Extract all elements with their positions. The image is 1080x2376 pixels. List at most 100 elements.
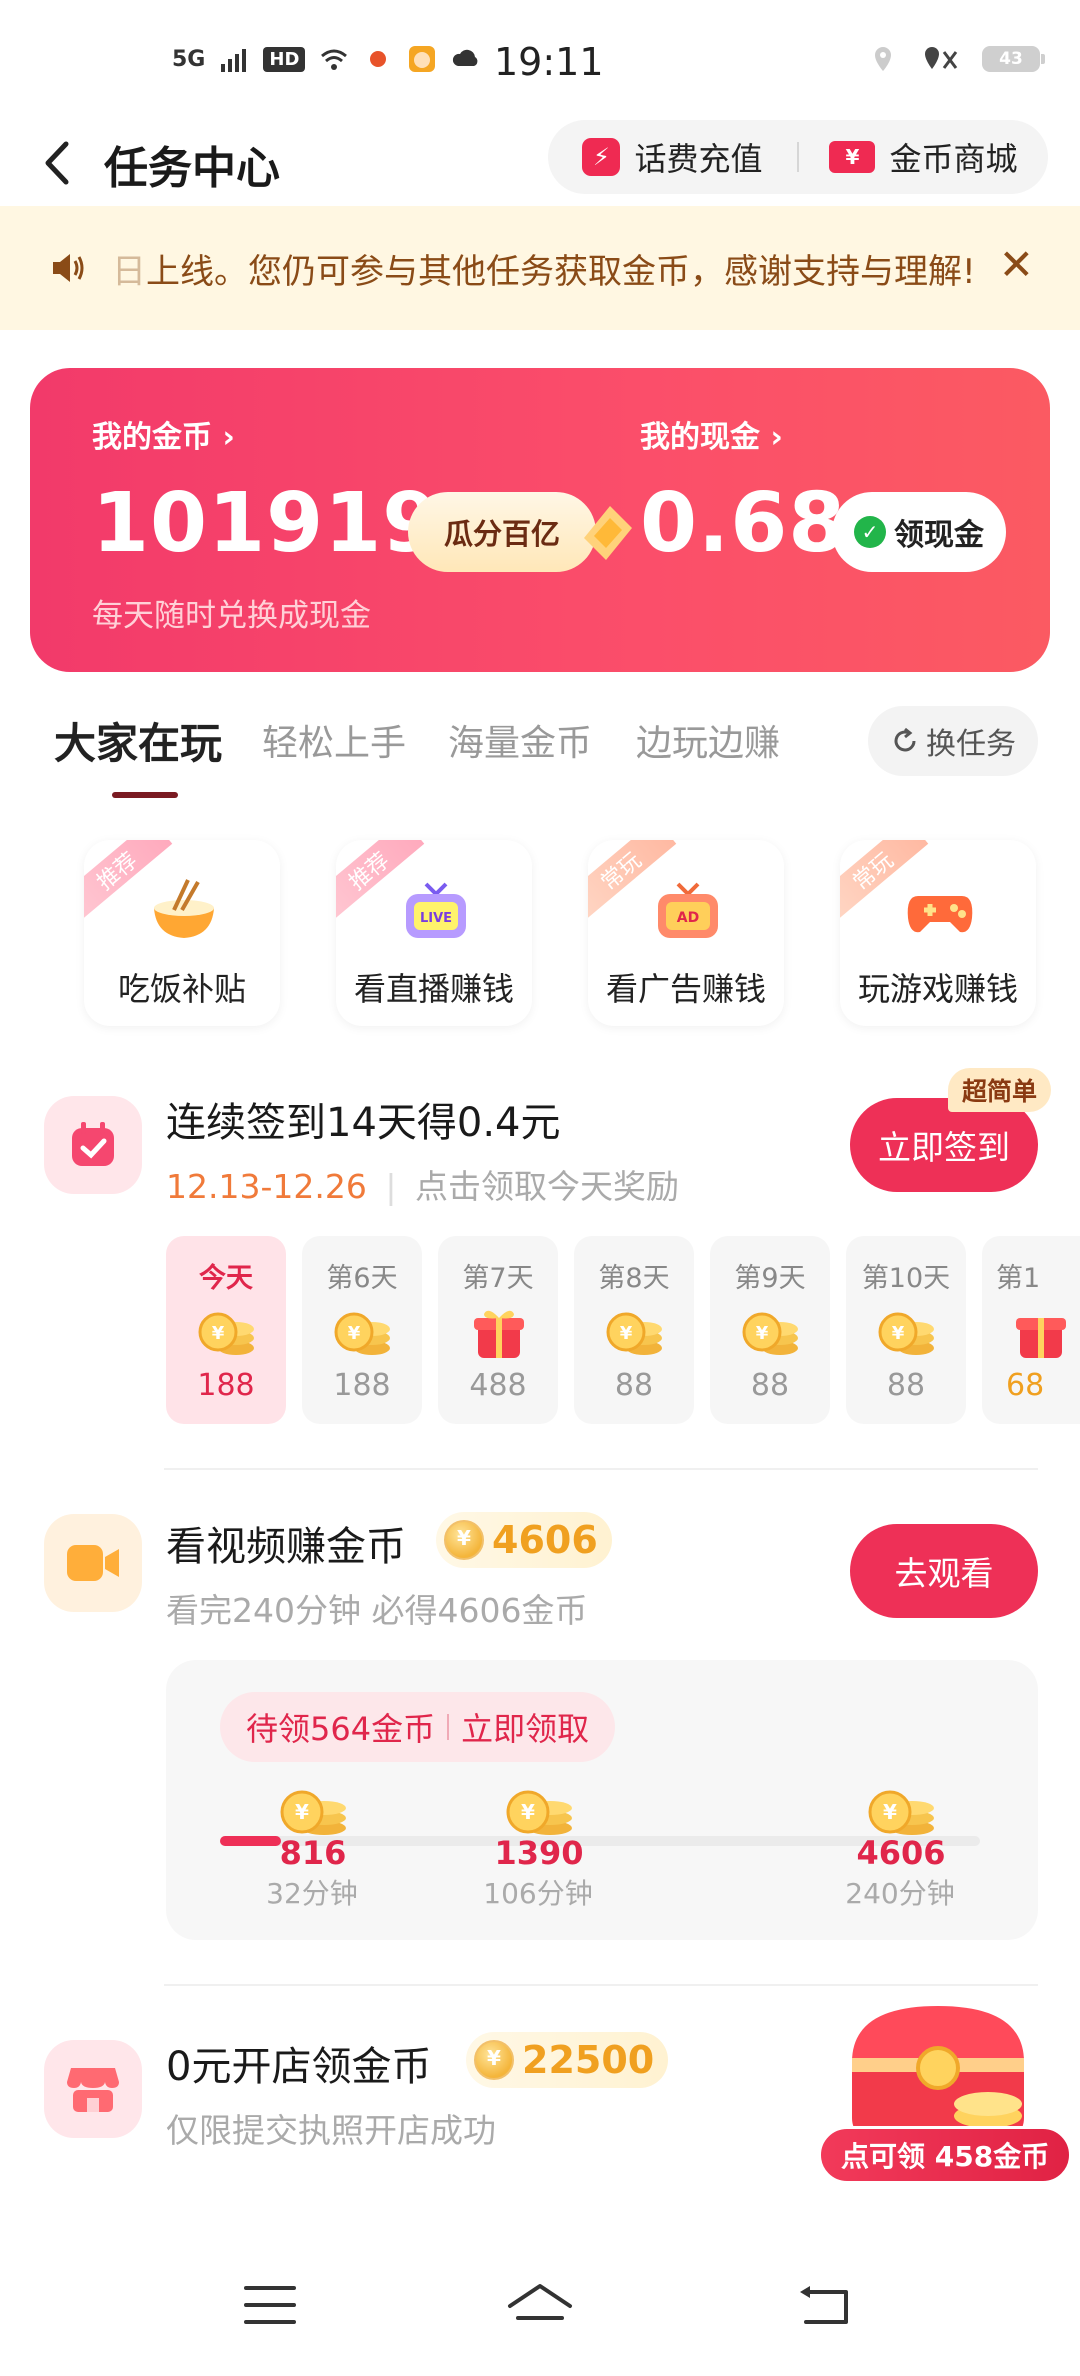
- checkin-day[interactable]: 第1 68: [982, 1236, 1080, 1424]
- gift-box-icon: [1016, 1318, 1066, 1358]
- day-label: 第9天: [734, 1263, 806, 1294]
- share-billions-button[interactable]: 瓜分百亿: [408, 492, 596, 572]
- section-divider: [164, 1984, 1038, 1986]
- my-coins-link[interactable]: 我的金币 ›: [92, 412, 235, 456]
- milestone-value: 4606: [856, 1834, 946, 1872]
- tab-easy[interactable]: 轻松上手: [262, 714, 406, 766]
- hd-badge: HD: [263, 46, 306, 72]
- coin-stack-icon: ¥: [606, 1312, 662, 1355]
- day-reward: 88: [614, 1368, 654, 1403]
- checkin-days-strip[interactable]: 今天 ¥ 188 第6天 ¥ 188 第7天 488 第8天 ¥ 88 第9天 …: [164, 1236, 1080, 1426]
- live-tv-icon: LIVE: [406, 882, 466, 938]
- phone-recharge-button[interactable]: ⚡ 话费充值: [548, 134, 797, 180]
- checkin-title: 连续签到14天得0.4元: [166, 1100, 561, 1146]
- day-reward: 68: [1006, 1368, 1045, 1403]
- page-title: 任务中心: [104, 143, 280, 194]
- wallet-card: 我的金币 › 101919 每天随时兑换成现金 瓜分百亿 我的现金 › 0.68…: [30, 368, 1050, 672]
- system-nav-bar: [0, 2226, 1080, 2376]
- day-reward: 88: [886, 1368, 926, 1403]
- swap-tasks-button[interactable]: 换任务: [868, 706, 1038, 776]
- chevron-right-icon: ›: [222, 420, 235, 455]
- home-icon[interactable]: [506, 2282, 574, 2328]
- pending-reward-bubble[interactable]: 待领564金币 立即领取: [220, 1692, 616, 1762]
- tab-play-earn[interactable]: 边玩边赚: [636, 714, 780, 766]
- notice-text: 日上线。您仍可参与其他任务获取金币，感谢支持与理解!: [112, 244, 976, 293]
- coin-stack-icon: ¥: [742, 1312, 798, 1355]
- shop-section-icon: [44, 2040, 142, 2138]
- chevron-right-icon: ›: [770, 420, 783, 455]
- quick-entry-live-earn[interactable]: 推荐 LIVE 看直播赚钱: [336, 840, 532, 1026]
- checkin-separator: |: [385, 1167, 397, 1206]
- day-reward: 188: [333, 1368, 391, 1403]
- checkin-hint: 点击领取今天奖励: [414, 1167, 679, 1206]
- day-label: 今天: [199, 1263, 253, 1294]
- coin-stack-icon: ¥: [334, 1312, 390, 1355]
- checkin-day[interactable]: 第10天 ¥ 88: [846, 1236, 966, 1424]
- cash-balance: 0.68: [640, 476, 847, 571]
- checkin-day[interactable]: 第7天 488: [438, 1236, 558, 1424]
- mute-location-icon: [925, 47, 958, 69]
- bubble-separator: [447, 1714, 450, 1740]
- claim-now-label: 立即领取: [461, 1710, 590, 1748]
- close-icon[interactable]: ✕: [999, 240, 1034, 289]
- status-bar: 5G HD 19:11 43: [0, 0, 1080, 125]
- coin-icon: [444, 1520, 484, 1560]
- day-label: 第1: [996, 1263, 1041, 1294]
- claim-458-coins-button[interactable]: 点可领 458金币: [818, 2126, 1073, 2184]
- avatar-notification-icon: [409, 46, 436, 72]
- checkin-button[interactable]: 立即签到: [850, 1098, 1038, 1192]
- withdraw-cash-button[interactable]: ✓ 领现金: [832, 492, 1006, 572]
- quick-entry-label: 看广告赚钱: [605, 970, 766, 1008]
- notice-message: 上线。您仍可参与其他任务获取金币，感谢支持与理解!: [146, 252, 976, 292]
- checkin-date-range: 12.13-12.26: [166, 1167, 367, 1206]
- milestone-value: 816: [279, 1834, 347, 1872]
- milestone-time: 106分钟: [483, 1877, 593, 1910]
- lightning-icon: ⚡: [582, 138, 621, 176]
- network-indicator: 5G: [172, 46, 206, 72]
- shop-task-reward: 22500: [466, 2032, 669, 2088]
- quick-entries: 推荐 吃饭补贴 推荐 LIVE 看直播赚钱 常玩 AD 看广告赚钱 常玩 玩游戏…: [0, 840, 1080, 1030]
- my-cash-label: 我的现金: [640, 420, 760, 455]
- milestone-time: 240分钟: [845, 1877, 955, 1910]
- checkin-day[interactable]: 今天 ¥ 188: [166, 1236, 286, 1424]
- checkin-day[interactable]: 第9天 ¥ 88: [710, 1236, 830, 1424]
- treasure-chest-icon[interactable]: [838, 1996, 1038, 2146]
- video-reward-value: 4606: [492, 1518, 598, 1562]
- watch-video-button[interactable]: 去观看: [850, 1524, 1038, 1618]
- task-tabs: 大家在玩 轻松上手 海量金币 边玩边赚 换任务: [0, 700, 1080, 798]
- menu-icon[interactable]: [242, 2282, 298, 2328]
- milestone: ¥ 816: [248, 1786, 378, 1872]
- battery-indicator: 43: [982, 46, 1045, 72]
- checkin-day[interactable]: 第6天 ¥ 188: [302, 1236, 422, 1424]
- tab-popular[interactable]: 大家在玩: [54, 710, 222, 771]
- coin-mall-label: 金币商城: [889, 140, 1018, 178]
- my-cash-link[interactable]: 我的现金 ›: [640, 412, 783, 456]
- app-notification-icon: [370, 51, 387, 67]
- checkin-subtitle: 12.13-12.26 | 点击领取今天奖励: [166, 1160, 679, 1208]
- notice-partial-char: 日: [112, 252, 146, 292]
- svg-text:¥: ¥: [756, 1323, 769, 1344]
- quick-entry-ad-earn[interactable]: 常玩 AD 看广告赚钱: [588, 840, 784, 1026]
- day-label: 第6天: [326, 1263, 398, 1294]
- status-left: 5G HD: [172, 44, 481, 74]
- tab-many-coins[interactable]: 海量金币: [448, 714, 592, 766]
- quick-entry-meal-subsidy[interactable]: 推荐 吃饭补贴: [84, 840, 280, 1026]
- header-actions: ⚡ 话费充值 ¥ 金币商城: [548, 120, 1048, 194]
- location-icon: [875, 47, 891, 71]
- my-coins-label: 我的金币: [92, 420, 212, 455]
- signal-icon: [221, 49, 247, 72]
- checkin-day[interactable]: 第8天 ¥ 88: [574, 1236, 694, 1424]
- refresh-icon: [894, 727, 916, 752]
- svg-text:¥: ¥: [883, 1800, 897, 1824]
- coin-stack-icon: ¥: [878, 1312, 934, 1355]
- video-task-reward: 4606: [436, 1512, 612, 1568]
- quick-entry-game-earn[interactable]: 常玩 玩游戏赚钱: [840, 840, 1036, 1026]
- notice-bar: 日上线。您仍可参与其他任务获取金币，感谢支持与理解! ✕: [0, 206, 1080, 330]
- coin-mall-button[interactable]: ¥ 金币商城: [799, 134, 1048, 180]
- checkin-section-icon: [44, 1096, 142, 1194]
- day-reward: 188: [197, 1368, 255, 1403]
- pending-reward-label: 待领564金币: [246, 1710, 436, 1748]
- phone-recharge-label: 话费充值: [634, 140, 763, 178]
- back-arrow-icon[interactable]: [30, 128, 80, 198]
- back-icon[interactable]: [796, 2282, 852, 2328]
